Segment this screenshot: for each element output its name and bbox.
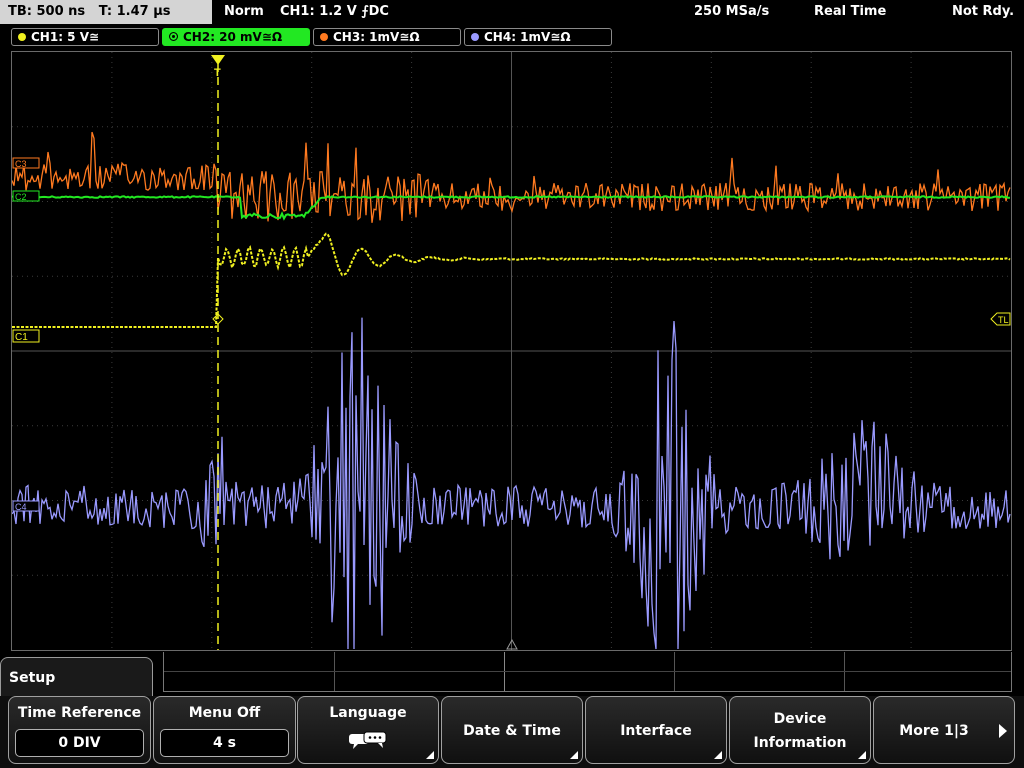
channel-3-color-dot-icon	[320, 32, 328, 41]
channel-1-level-marker[interactable]: C1	[12, 329, 40, 343]
channel-1-color-dot-icon	[18, 32, 26, 41]
channel-1-marker-label: C1	[15, 332, 28, 343]
channel-4-button[interactable]: CH4: 1mV≅Ω	[464, 28, 612, 46]
menu-off-label: Menu Off	[188, 705, 261, 721]
submenu-indicator-icon	[714, 751, 722, 759]
device-information-label: Device	[773, 711, 827, 727]
channel-3-button[interactable]: CH3: 1mV≅Ω	[313, 28, 461, 46]
menu-title-tab: Setup	[0, 657, 153, 697]
speech-bubbles-icon	[349, 731, 387, 749]
softkey-bar: Time Reference 0 DIV Menu Off 4 s Langua…	[0, 696, 1024, 768]
channel-4-level-marker[interactable]: C4	[12, 500, 40, 512]
status-bar: TB: 500 ns T: 1.47 µs Norm CH1: 1.2 V ⨍D…	[0, 0, 1024, 25]
trigger-position-label: T	[214, 67, 221, 79]
sample-rate: 250 MSa/s	[694, 4, 770, 19]
menu-off-softkey[interactable]: Menu Off 4 s	[153, 696, 296, 764]
submenu-indicator-icon	[858, 751, 866, 759]
more-softkey[interactable]: More 1|3	[873, 696, 1015, 764]
channel-bar: CH1: 5 V≅ CH2: 20 mV≅Ω CH3: 1mV≅Ω CH4: 1…	[0, 25, 1024, 48]
submenu-indicator-icon	[570, 751, 578, 759]
trigger-position-marker-icon[interactable]	[211, 55, 225, 65]
trigger-source[interactable]: CH1: 1.2 V ⨍DC	[280, 0, 389, 24]
menu-off-value: 4 s	[160, 729, 289, 757]
time-reference-value: 0 DIV	[15, 729, 144, 757]
menu-title: Setup	[9, 670, 56, 686]
acquisition-mode[interactable]: Real Time	[814, 0, 886, 24]
channel-4-marker-label: C4	[15, 502, 27, 512]
interface-label: Interface	[620, 723, 692, 739]
timebase-box[interactable]: TB: 500 ns T: 1.47 µs	[0, 0, 212, 24]
timebase-value: TB: 500 ns	[8, 4, 86, 19]
channel-2-color-dot-icon	[169, 32, 178, 41]
waveform-svg: T C1 C2 C3 C4 TL	[12, 52, 1011, 650]
arrow-right-icon	[999, 724, 1007, 738]
trigger-level-label: TL	[998, 315, 1009, 325]
channel-2-label: CH2: 20 mV≅Ω	[183, 30, 283, 44]
channel-2-level-marker[interactable]: C2	[12, 190, 40, 202]
submenu-indicator-icon	[426, 751, 434, 759]
language-label: Language	[329, 705, 407, 721]
language-softkey[interactable]: Language	[297, 696, 439, 764]
channel-3-marker-label: C3	[15, 159, 27, 169]
channel-2-marker-label: C2	[15, 192, 27, 202]
channel-3-level-marker[interactable]: C3	[12, 157, 40, 169]
graticule	[12, 52, 1011, 650]
channel-4-color-dot-icon	[471, 32, 479, 41]
trigger-mode[interactable]: Norm	[224, 0, 264, 24]
date-time-label: Date & Time	[463, 723, 561, 739]
channel-2-button[interactable]: CH2: 20 mV≅Ω	[162, 28, 310, 46]
acquisition-state: Not Rdy.	[952, 4, 1015, 19]
device-information-label-line2: Information	[753, 735, 847, 751]
channel-1-button[interactable]: CH1: 5 V≅	[11, 28, 159, 46]
channel-1-label: CH1: 5 V≅	[31, 30, 100, 44]
interface-softkey[interactable]: Interface	[585, 696, 727, 764]
trigger-level-marker[interactable]: TL	[990, 312, 1011, 326]
channel-4-label: CH4: 1mV≅Ω	[484, 30, 571, 44]
subgrid-divider	[164, 671, 1011, 672]
more-label: More 1|3	[899, 723, 969, 739]
trigger-time-value: T: 1.47 µs	[98, 4, 171, 19]
date-time-softkey[interactable]: Date & Time	[441, 696, 583, 764]
time-reference-softkey[interactable]: Time Reference 0 DIV	[8, 696, 151, 764]
channel-3-label: CH3: 1mV≅Ω	[333, 30, 420, 44]
zoom-area-frame	[163, 652, 1012, 692]
waveform-display[interactable]: T C1 C2 C3 C4 TL	[11, 51, 1012, 651]
device-information-softkey[interactable]: Device Information	[729, 696, 871, 764]
time-reference-label: Time Reference	[17, 705, 142, 721]
